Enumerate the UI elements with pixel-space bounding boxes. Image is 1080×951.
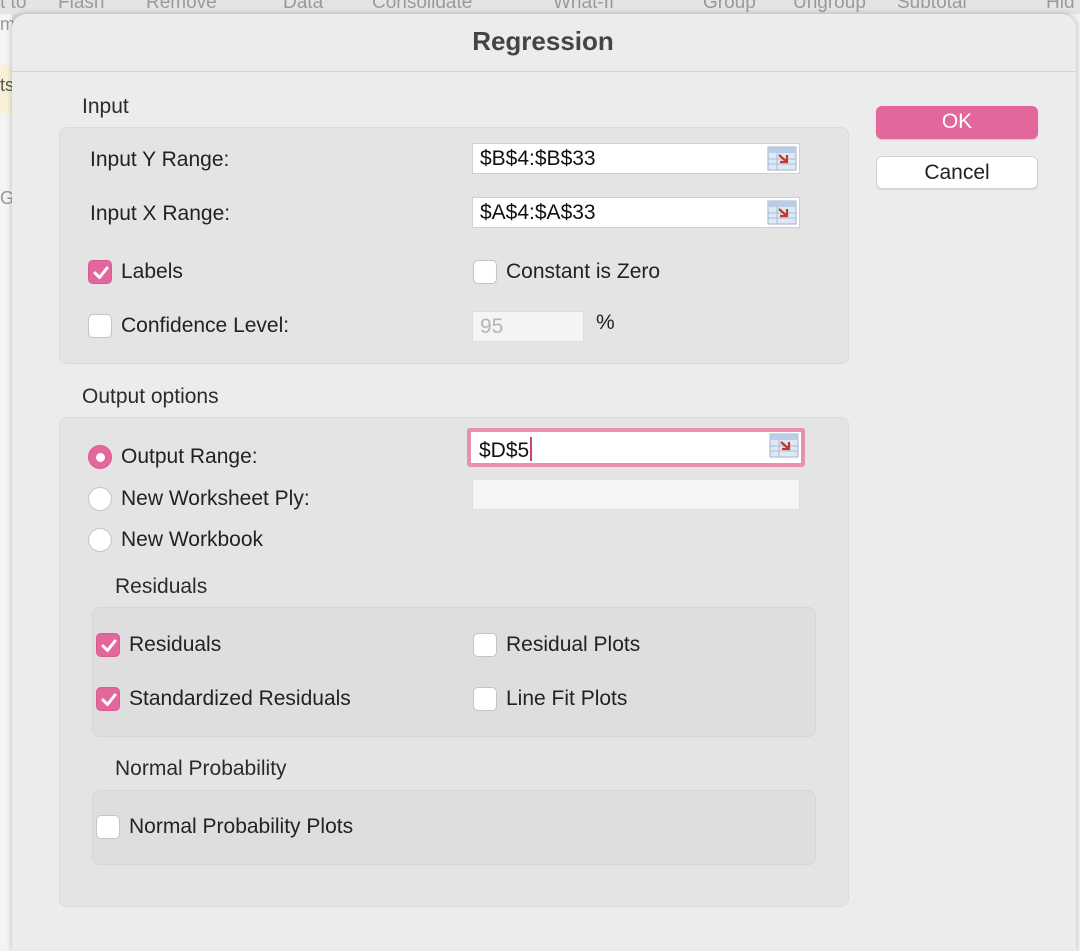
ribbon-fragment-flash: Flash [58,0,105,13]
ribbon-fragment-remove: Remove [146,0,217,13]
standardized-residuals-checkbox[interactable] [96,687,120,711]
confidence-level-checkbox[interactable] [88,314,112,338]
ribbon-fragment-hide: Hid [1046,0,1075,13]
left-fragment-ts: ts [0,75,12,95]
input-x-range-field[interactable]: $A$4:$A$33 [472,197,800,228]
ribbon-fragment-what-if: What-If [553,0,615,13]
range-selector-icon[interactable] [767,200,797,225]
dialog-title: Regression [472,26,614,56]
input-y-range-field[interactable]: $B$4:$B$33 [472,143,800,174]
new-workbook-radio[interactable] [88,528,112,552]
background-message-bar: ts [0,65,12,113]
ribbon-fragment-subtotal: Subtotal [897,0,967,13]
range-selector-icon[interactable] [767,146,797,171]
background-sheet-left: m G [0,14,15,951]
new-worksheet-ply-radio[interactable] [88,487,112,511]
line-fit-plots-label: Line Fit Plots [506,687,628,710]
output-range-label: Output Range: [121,445,258,468]
labels-checkbox[interactable] [88,260,112,284]
residuals-group-box [92,607,816,737]
title-divider [12,71,1076,72]
confidence-level-label: Confidence Level: [121,314,290,337]
checkmark-icon [93,266,109,279]
output-range-value: $D$5 [479,439,530,462]
output-range-value-wrap: $D$5 [479,437,533,463]
residuals-checkbox[interactable] [96,633,120,657]
checkmark-icon [101,693,117,706]
residual-plots-checkbox[interactable] [473,633,497,657]
normal-probability-section-label: Normal Probability [115,757,287,780]
checkmark-icon [101,639,117,652]
input-x-range-value: $A$4:$A$33 [480,201,596,224]
percent-sign: % [596,311,615,334]
output-range-radio[interactable] [88,445,112,469]
input-x-range-label: Input X Range: [90,202,231,225]
new-workbook-label: New Workbook [121,528,263,551]
confidence-level-field[interactable]: 95 [472,311,584,342]
input-y-range-value: $B$4:$B$33 [480,147,596,170]
constant-is-zero-checkbox[interactable] [473,260,497,284]
labels-label: Labels [121,260,183,283]
new-worksheet-ply-label: New Worksheet Ply: [121,487,310,510]
background-ribbon: t to Flash Remove Data Consolidate What-… [0,0,1080,14]
output-options-section-label: Output options [82,385,219,408]
normal-probability-plots-checkbox[interactable] [96,815,120,839]
text-caret [530,437,533,461]
residuals-label: Residuals [129,633,222,656]
constant-is-zero-label: Constant is Zero [506,260,661,283]
ribbon-fragment-text-to: t to [0,0,27,13]
new-worksheet-ply-field[interactable] [472,479,800,510]
input-y-range-label: Input Y Range: [90,148,230,171]
output-range-field[interactable]: $D$5 [467,428,805,467]
regression-dialog: Regression OK Cancel Input Input Y Range… [12,14,1076,951]
residuals-section-label: Residuals [115,575,208,598]
ribbon-fragment-data: Data [283,0,324,13]
standardized-residuals-label: Standardized Residuals [129,687,351,710]
normal-probability-plots-label: Normal Probability Plots [129,815,354,838]
cancel-button[interactable]: Cancel [876,156,1038,189]
line-fit-plots-checkbox[interactable] [473,687,497,711]
residual-plots-label: Residual Plots [506,633,641,656]
ribbon-fragment-group: Group [703,0,756,13]
range-selector-icon[interactable] [769,433,799,458]
ribbon-fragment-ungroup: Ungroup [793,0,866,13]
ok-button[interactable]: OK [876,106,1038,139]
ribbon-fragment-consolidate: Consolidate [372,0,473,13]
input-section-label: Input [82,95,129,118]
